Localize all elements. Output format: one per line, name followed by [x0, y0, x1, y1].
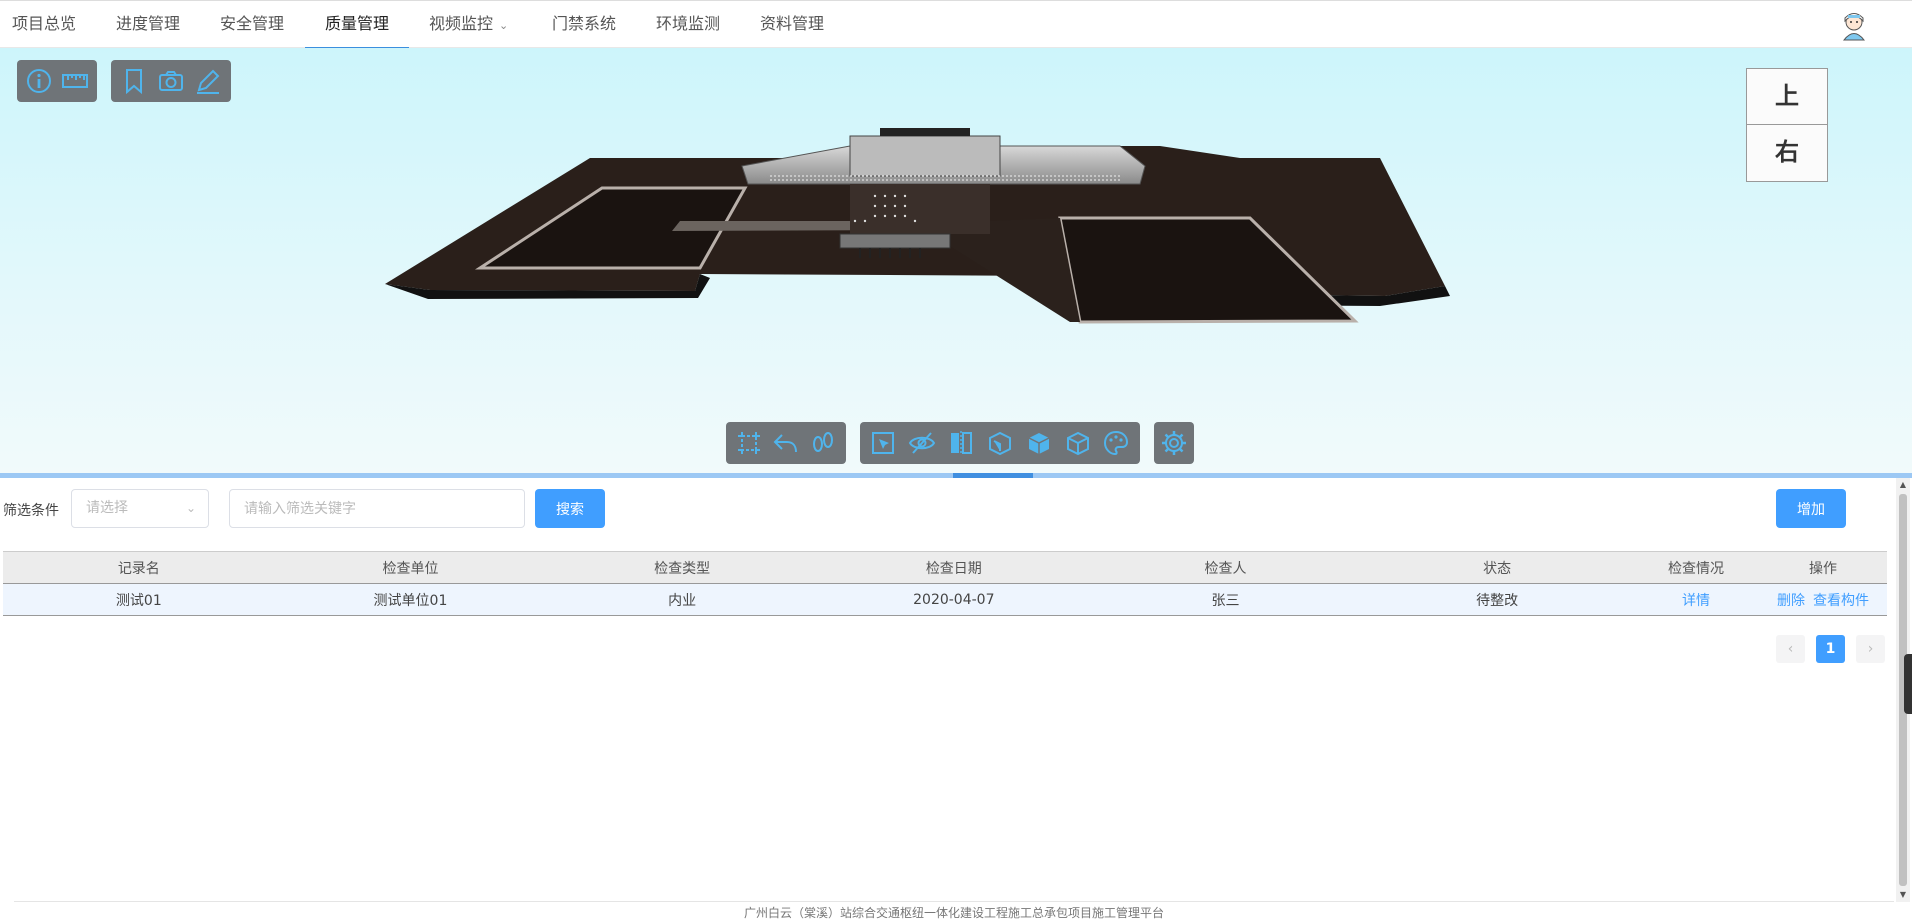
user-avatar-icon	[1842, 13, 1866, 41]
search-button[interactable]: 搜索	[535, 489, 605, 528]
model-viewer[interactable]: 上 右	[0, 48, 1912, 473]
view-cube[interactable]: 上 右	[1746, 68, 1828, 182]
nav-item-quality[interactable]: 质量管理	[305, 1, 409, 49]
viewer-toolbar-capture	[111, 60, 231, 102]
chevron-down-icon: ⌄	[499, 19, 509, 32]
hide-icon[interactable]	[905, 426, 939, 460]
nav-item-environment[interactable]: 环境监测	[644, 1, 732, 49]
footprint-icon[interactable]	[806, 426, 840, 460]
wireframe-icon[interactable]	[1061, 426, 1095, 460]
nav-item-access[interactable]: 门禁系统	[540, 1, 628, 49]
cell-inspector: 张三	[1089, 583, 1362, 616]
nav-item-video-label: 视频监控	[429, 14, 494, 33]
cell-detail: 详情	[1632, 583, 1759, 616]
view-component-link[interactable]: 查看构件	[1813, 593, 1869, 609]
table-row[interactable]: 测试01 测试单位01 内业 2020-04-07 张三 待整改 详情 删除 查看…	[3, 583, 1887, 616]
add-button[interactable]: 增加	[1776, 489, 1846, 528]
info-icon[interactable]	[22, 64, 56, 98]
nav-item-safety[interactable]: 安全管理	[208, 1, 296, 49]
nav-item-progress[interactable]: 进度管理	[104, 1, 192, 49]
camera-icon[interactable]	[154, 64, 188, 98]
pagination-next-button[interactable]: ›	[1856, 635, 1885, 663]
detail-link[interactable]: 详情	[1682, 593, 1710, 609]
splitter-handle[interactable]	[953, 473, 1033, 478]
pagination-prev-button[interactable]: ‹	[1776, 635, 1805, 663]
avatar[interactable]	[1838, 9, 1870, 41]
panel-splitter[interactable]	[0, 473, 1912, 478]
col-actions: 操作	[1758, 551, 1887, 584]
top-nav: 项目总览 进度管理 安全管理 质量管理 视频监控 ⌄ 门禁系统 环境监测 资料管理	[0, 0, 1912, 49]
col-inspector: 检查人	[1089, 551, 1362, 584]
inspection-table: 记录名 检查单位 检查类型 检查日期 检查人 状态 检查情况 操作 测试01 测…	[3, 551, 1887, 616]
cell-inspection-unit: 测试单位01	[274, 583, 547, 616]
table-header-row: 记录名 检查单位 检查类型 检查日期 检查人 状态 检查情况 操作	[3, 551, 1887, 584]
zoom-extent-icon[interactable]	[732, 426, 766, 460]
undo-icon[interactable]	[769, 426, 803, 460]
section-icon[interactable]	[944, 426, 978, 460]
keyword-input[interactable]	[229, 489, 525, 528]
nav-item-video[interactable]: 视频监控 ⌄	[417, 1, 520, 49]
bookmark-icon[interactable]	[117, 64, 151, 98]
pencil-icon[interactable]	[191, 64, 225, 98]
scroll-up-arrow-icon[interactable]: ▲	[1896, 478, 1910, 492]
box-select-icon[interactable]	[866, 426, 900, 460]
cell-actions: 删除 查看构件	[1758, 583, 1887, 616]
filter-select[interactable]: 请选择 ⌄	[71, 489, 209, 528]
viewer-toolbar-model	[860, 422, 1140, 464]
filter-label: 筛选条件	[3, 503, 59, 519]
building-model[interactable]	[380, 116, 1450, 356]
col-inspection-detail: 检查情况	[1632, 551, 1759, 584]
col-inspection-date: 检查日期	[817, 551, 1090, 584]
scroll-down-arrow-icon[interactable]: ▼	[1896, 888, 1910, 902]
side-panel-tab[interactable]	[1904, 654, 1912, 714]
cell-inspection-type: 内业	[546, 583, 818, 616]
nav-item-documents[interactable]: 资料管理	[748, 1, 836, 49]
cell-record-name: 测试01	[3, 583, 275, 616]
view-cube-right[interactable]: 右	[1747, 125, 1827, 180]
cell-status: 待整改	[1361, 583, 1633, 616]
cell-inspection-date: 2020-04-07	[817, 583, 1090, 616]
col-inspection-type: 检查类型	[546, 551, 818, 584]
view-cube-top[interactable]: 上	[1747, 69, 1827, 125]
palette-icon[interactable]	[1099, 426, 1133, 460]
filter-select-placeholder: 请选择	[86, 500, 128, 516]
settings-icon[interactable]	[1157, 426, 1191, 460]
viewer-toolbar-settings	[1154, 422, 1194, 464]
viewer-toolbar-navigation	[726, 422, 846, 464]
delete-link[interactable]: 删除	[1777, 593, 1805, 609]
pagination-page-1[interactable]: 1	[1816, 635, 1845, 663]
col-record-name: 记录名	[3, 551, 275, 584]
chevron-down-icon: ⌄	[185, 501, 196, 515]
col-status: 状态	[1361, 551, 1633, 584]
isolate-icon[interactable]	[1022, 426, 1056, 460]
explode-icon[interactable]	[983, 426, 1017, 460]
ruler-icon[interactable]	[58, 64, 92, 98]
col-inspection-unit: 检查单位	[274, 551, 547, 584]
footer-text: 广州白云（棠溪）站综合交通枢纽一体化建设工程施工总承包项目施工管理平台	[14, 901, 1894, 921]
nav-item-overview[interactable]: 项目总览	[0, 1, 88, 49]
viewer-toolbar-info	[17, 60, 97, 102]
